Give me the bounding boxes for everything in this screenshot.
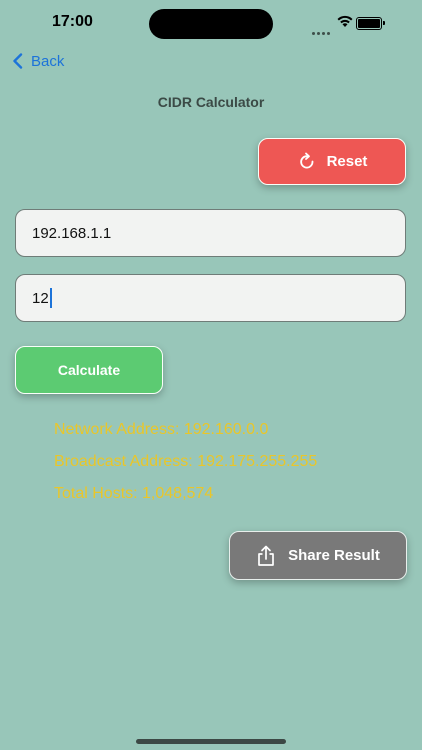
text-cursor: [49, 288, 52, 308]
share-icon: [258, 545, 274, 566]
broadcast-address-result: Broadcast Address: 192.175.255.255: [54, 453, 318, 470]
chevron-left-icon: [13, 53, 23, 69]
ip-address-input[interactable]: 192.168.1.1: [15, 209, 406, 257]
reset-button[interactable]: Reset: [258, 138, 406, 185]
page-title: CIDR Calculator: [157, 94, 265, 110]
status-time: 17:00: [52, 13, 93, 30]
share-result-label: Share Result: [288, 547, 380, 564]
wifi-icon: [337, 15, 353, 27]
status-indicators: [310, 14, 390, 35]
reset-label: Reset: [326, 153, 368, 170]
calculate-button[interactable]: Calculate: [15, 346, 163, 394]
prefix-length-value: 12: [32, 289, 49, 307]
status-bar: 17:00: [0, 0, 422, 46]
calculate-label: Calculate: [57, 362, 121, 378]
battery-icon: [356, 17, 385, 30]
share-result-button[interactable]: Share Result: [229, 531, 407, 580]
ip-address-value: 192.168.1.1: [32, 224, 112, 242]
home-indicator[interactable]: [136, 739, 286, 744]
back-button[interactable]: Back: [12, 50, 64, 72]
back-label: Back: [31, 52, 65, 70]
dynamic-island: [149, 9, 273, 39]
network-address-result: Network Address: 192.160.0.0: [54, 421, 269, 438]
total-hosts-result: Total Hosts: 1,048,574: [54, 485, 214, 502]
prefix-length-input[interactable]: 12: [15, 274, 406, 322]
arrow-clockwise-icon: [299, 152, 313, 168]
signal-dots-icon: [312, 22, 332, 40]
